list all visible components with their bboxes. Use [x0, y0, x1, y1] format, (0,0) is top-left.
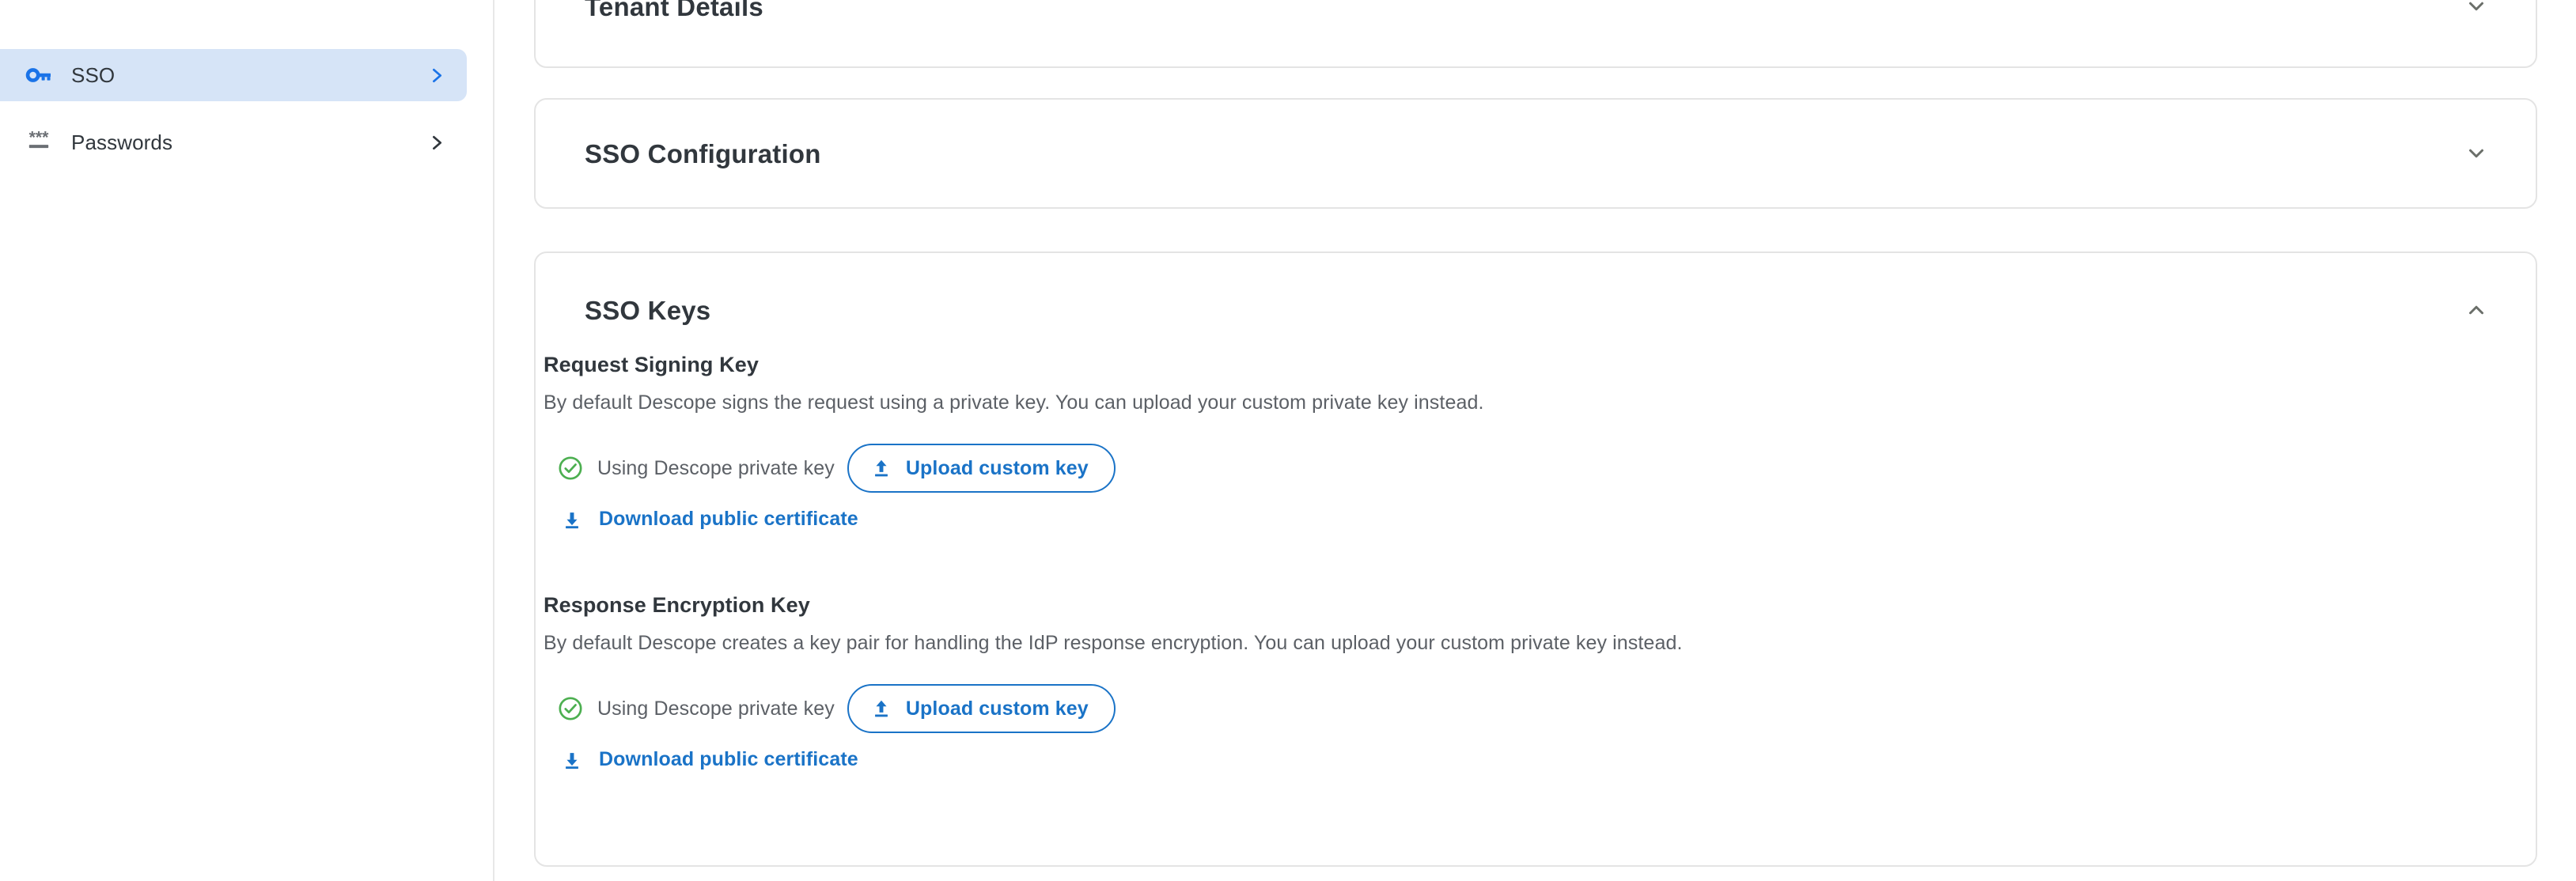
sidebar-item-sso[interactable]: SSO — [0, 49, 467, 101]
settings-sidebar: SSO *** Passwords — [0, 0, 494, 881]
chevron-down-icon[interactable] — [2458, 0, 2495, 25]
chevron-up-icon[interactable] — [2458, 292, 2495, 328]
svg-text:***: *** — [29, 129, 50, 147]
card-title: SSO Configuration — [585, 138, 821, 168]
tenant-details-card: Tenant Details — [534, 0, 2537, 68]
sidebar-item-label: SSO — [71, 63, 116, 87]
sso-keys-card-header[interactable]: SSO Keys — [536, 253, 2536, 367]
download-public-certificate-label: Download public certificate — [599, 747, 858, 770]
card-title: SSO Keys — [585, 295, 711, 325]
download-icon — [560, 747, 584, 771]
settings-content: Tenant Details SSO Configuration SSO Key… — [494, 0, 2576, 881]
download-public-certificate-label: Download public certificate — [599, 507, 858, 530]
chevron-right-icon[interactable] — [426, 65, 446, 85]
key-status-text: Using Descope private key — [597, 697, 835, 720]
request-signing-key-block: Request Signing Key By default Descope s… — [544, 354, 1484, 539]
tenant-details-card-header[interactable]: Tenant Details — [536, 0, 2536, 60]
chevron-right-icon[interactable] — [426, 132, 446, 153]
response-encryption-key-block: Response Encryption Key By default Desco… — [544, 595, 1683, 779]
sso-settings-page: SSO *** Passwords Tenant Details SSO Con… — [0, 0, 2576, 881]
key-block-description: By default Descope signs the request usi… — [544, 391, 1484, 414]
sso-configuration-card-header[interactable]: SSO Configuration — [536, 100, 2536, 207]
download-icon — [560, 507, 584, 531]
upload-custom-key-label: Upload custom key — [905, 697, 1089, 720]
upload-custom-key-button[interactable]: Upload custom key — [847, 684, 1116, 733]
password-asterisks-icon: *** — [24, 127, 54, 157]
key-icon — [24, 60, 54, 90]
chevron-down-icon[interactable] — [2458, 135, 2495, 172]
download-public-certificate-link[interactable]: Download public certificate — [560, 739, 858, 779]
sidebar-item-label: Passwords — [71, 130, 173, 154]
check-circle-icon — [557, 695, 584, 722]
upload-icon — [869, 697, 893, 720]
upload-custom-key-label: Upload custom key — [905, 456, 1089, 479]
key-block-title: Request Signing Key — [544, 353, 759, 376]
sidebar-item-passwords[interactable]: *** Passwords — [0, 116, 467, 168]
check-circle-icon — [557, 455, 584, 482]
upload-icon — [869, 456, 893, 480]
key-status-text: Using Descope private key — [597, 456, 835, 479]
key-block-title: Response Encryption Key — [544, 593, 810, 617]
download-public-certificate-link[interactable]: Download public certificate — [560, 499, 858, 539]
key-status-row: Using Descope private key Upload custom … — [544, 444, 1484, 493]
key-status-row: Using Descope private key Upload custom … — [544, 684, 1683, 733]
upload-custom-key-button[interactable]: Upload custom key — [847, 444, 1116, 493]
key-block-description: By default Descope creates a key pair fo… — [544, 632, 1683, 654]
card-title: Tenant Details — [585, 0, 763, 21]
sso-configuration-card: SSO Configuration — [534, 98, 2537, 209]
